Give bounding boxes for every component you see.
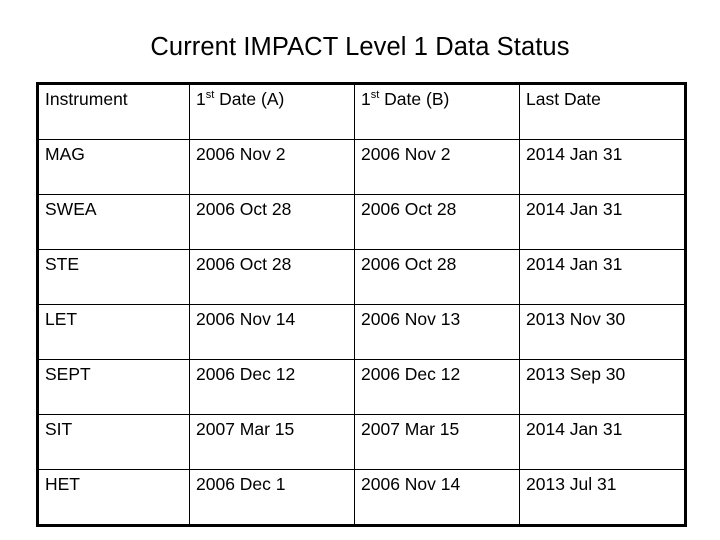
cell-instrument: SIT <box>37 414 190 470</box>
table-row: LET 2006 Nov 14 2006 Nov 13 2013 Nov 30 <box>37 304 686 360</box>
cell-first-date-b: 2006 Nov 13 <box>354 304 520 360</box>
table-row: SWEA 2006 Oct 28 2006 Oct 28 2014 Jan 31 <box>37 194 686 250</box>
cell-first-date-a: 2006 Nov 14 <box>189 304 355 360</box>
cell-first-date-a: 2006 Dec 1 <box>189 469 355 526</box>
table-body: MAG 2006 Nov 2 2006 Nov 2 2014 Jan 31 SW… <box>37 139 686 526</box>
cell-first-date-a: 2006 Oct 28 <box>189 249 355 305</box>
table-row: HET 2006 Dec 1 2006 Nov 14 2013 Jul 31 <box>37 469 686 526</box>
column-header-first-date-b-suffix: Date (B) <box>379 89 450 109</box>
column-header-instrument: Instrument <box>37 83 190 140</box>
data-status-table: Instrument 1st Date (A) 1st Date (B) Las… <box>36 82 687 527</box>
cell-instrument: HET <box>37 469 190 526</box>
column-header-first-date-a-ordinal: st <box>205 89 215 102</box>
cell-first-date-b: 2006 Nov 2 <box>354 139 520 195</box>
cell-first-date-a: 2006 Oct 28 <box>189 194 355 250</box>
cell-first-date-a: 2006 Dec 12 <box>189 359 355 415</box>
cell-last-date: 2014 Jan 31 <box>519 414 686 470</box>
cell-last-date: 2014 Jan 31 <box>519 139 686 195</box>
cell-last-date: 2013 Nov 30 <box>519 304 686 360</box>
cell-first-date-b: 2007 Mar 15 <box>354 414 520 470</box>
cell-last-date: 2013 Sep 30 <box>519 359 686 415</box>
page-title: Current IMPACT Level 1 Data Status <box>150 33 570 61</box>
cell-last-date: 2013 Jul 31 <box>519 469 686 526</box>
cell-first-date-b: 2006 Nov 14 <box>354 469 520 526</box>
column-header-last-date: Last Date <box>519 83 686 140</box>
column-header-first-date-a-suffix: Date (A) <box>214 89 285 109</box>
cell-first-date-b: 2006 Oct 28 <box>354 194 520 250</box>
cell-last-date: 2014 Jan 31 <box>519 194 686 250</box>
table-row: SIT 2007 Mar 15 2007 Mar 15 2014 Jan 31 <box>37 414 686 470</box>
cell-instrument: SWEA <box>37 194 190 250</box>
column-header-first-date-a: 1st Date (A) <box>189 83 355 140</box>
slide-canvas: Current IMPACT Level 1 Data Status Instr… <box>0 0 720 540</box>
cell-first-date-b: 2006 Dec 12 <box>354 359 520 415</box>
cell-first-date-a: 2007 Mar 15 <box>189 414 355 470</box>
cell-first-date-b: 2006 Oct 28 <box>354 249 520 305</box>
column-header-first-date-b-prefix: 1 <box>361 89 371 109</box>
table-row: MAG 2006 Nov 2 2006 Nov 2 2014 Jan 31 <box>37 139 686 195</box>
table-row: SEPT 2006 Dec 12 2006 Dec 12 2013 Sep 30 <box>37 359 686 415</box>
cell-instrument: LET <box>37 304 190 360</box>
cell-instrument: STE <box>37 249 190 305</box>
cell-last-date: 2014 Jan 31 <box>519 249 686 305</box>
column-header-first-date-a-prefix: 1 <box>196 89 206 109</box>
cell-instrument: MAG <box>37 139 190 195</box>
table-row: STE 2006 Oct 28 2006 Oct 28 2014 Jan 31 <box>37 249 686 305</box>
cell-first-date-a: 2006 Nov 2 <box>189 139 355 195</box>
column-header-first-date-b: 1st Date (B) <box>354 83 520 140</box>
cell-instrument: SEPT <box>37 359 190 415</box>
table-header-row: Instrument 1st Date (A) 1st Date (B) Las… <box>37 83 686 140</box>
column-header-first-date-b-ordinal: st <box>370 89 380 102</box>
